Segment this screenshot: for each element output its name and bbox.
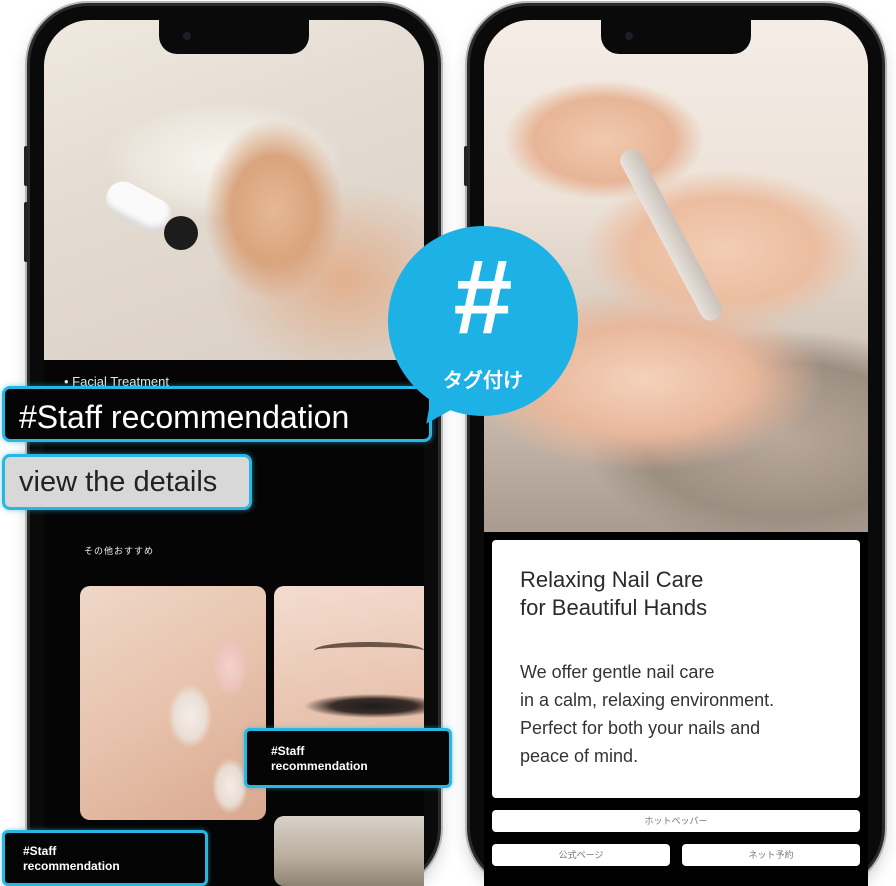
online-booking-button[interactable]: ネット予約 [682, 844, 860, 866]
nail-care-description: We offer gentle nail care in a calm, rel… [520, 662, 775, 766]
notch [159, 20, 309, 54]
tag-text: #Staff recommendation [271, 744, 368, 773]
tag-text: #Staff recommendation [23, 844, 120, 873]
eyelash-photo-thumbnail[interactable] [274, 586, 424, 746]
staff-recommendation-tag-small[interactable]: #Staff recommendation [244, 728, 452, 788]
camera-icon [183, 32, 191, 40]
facial-treatment-photo[interactable] [44, 20, 424, 360]
right-phone-frame: Relaxing Nail Care for Beautiful Hands W… [464, 6, 882, 886]
recommendations-heading: その他おすすめ [84, 546, 155, 556]
tagging-label: タグ付け [443, 370, 523, 392]
eyebrow-shape [314, 642, 424, 659]
beauty-device-head [164, 216, 198, 250]
view-details-button[interactable]: view the details [2, 454, 252, 510]
volume-down-button [24, 202, 28, 262]
official-page-button[interactable]: 公式ページ [492, 844, 670, 866]
volume-up-button [464, 146, 468, 186]
tagging-speech-bubble: # タグ付け [388, 226, 578, 416]
notch [601, 20, 751, 54]
nail-care-card: Relaxing Nail Care for Beautiful Hands W… [492, 540, 860, 798]
nail-photo-thumbnail[interactable] [80, 586, 266, 820]
right-phone-screen: Relaxing Nail Care for Beautiful Hands W… [484, 20, 868, 886]
nail-care-title: Relaxing Nail Care for Beautiful Hands [520, 567, 708, 620]
volume-up-button [24, 146, 28, 186]
staff-recommendation-tag-small[interactable]: #Staff recommendation [2, 830, 208, 886]
staff-recommendation-tag[interactable]: #Staff recommendation [2, 386, 432, 442]
salon-photo-thumbnail[interactable] [274, 816, 424, 886]
nail-file-image [616, 145, 726, 325]
hotpepper-button[interactable]: ホットペッパー [492, 810, 860, 832]
camera-icon [625, 32, 633, 40]
hashtag-icon: # [453, 238, 513, 356]
